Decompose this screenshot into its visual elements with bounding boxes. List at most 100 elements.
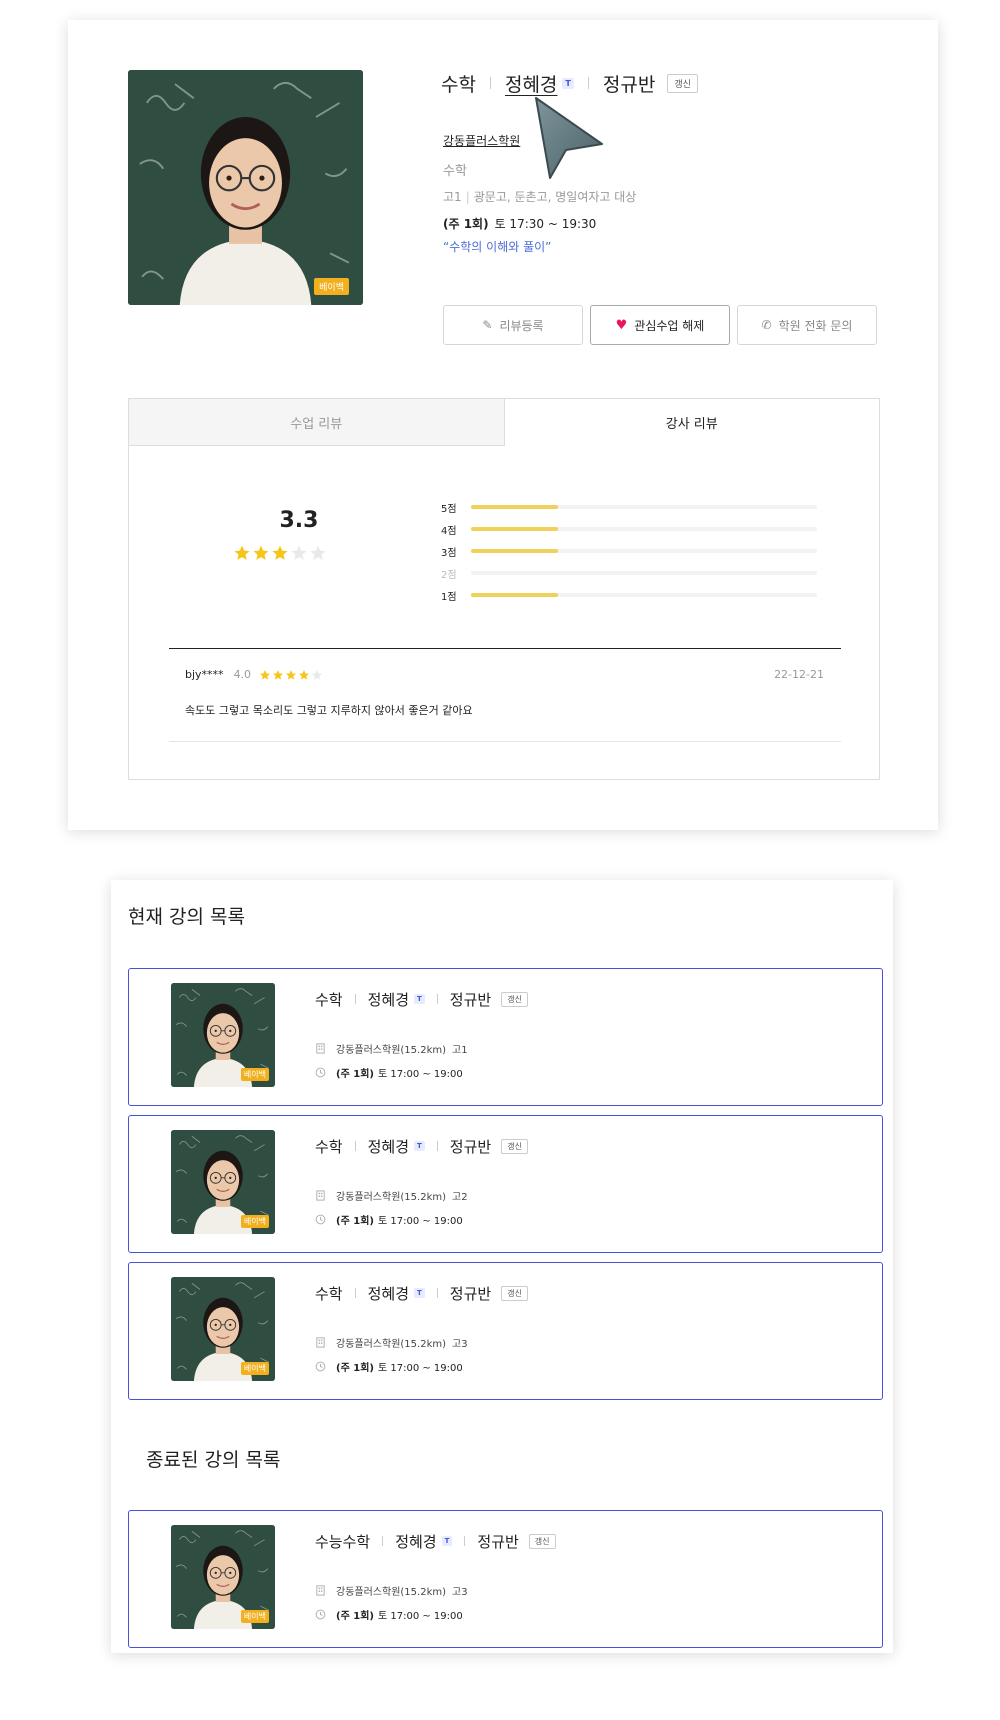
star-filled-icon <box>273 669 284 680</box>
review-register-label: 리뷰등록 <box>499 318 544 333</box>
lecture-teacher: 정혜경 <box>367 1284 410 1303</box>
lecture-card[interactable]: 베이백 수학 정혜경 T 정규반 갱신강동플러스학원(15.2km) 고3 (주 1회) 토 1… <box>128 1262 883 1400</box>
heart-icon: ♥ <box>615 317 628 333</box>
schedule: (주 1회) 토 17:30 ~ 19:30 <box>443 215 596 232</box>
subject-sub: 수학 <box>443 164 467 179</box>
lecture-location: 강동플러스학원(15.2km) 고3 <box>315 1583 468 1598</box>
lecture-card[interactable]: 베이백 수학 정혜경 T 정규반 갱신강동플러스학원(15.2km) 고1 (주 1회) 토 1… <box>128 968 883 1106</box>
lecture-schedule: (주 1회) 토 17:00 ~ 19:00 <box>315 1065 463 1080</box>
lecture-class-type: 정규반 <box>449 1284 492 1303</box>
title-divider <box>436 994 438 1004</box>
lecture-subject: 수학 <box>315 1137 343 1156</box>
lecture-academy: 강동플러스학원(15.2km) <box>336 1192 447 1203</box>
clock-icon <box>315 1067 326 1078</box>
star-filled-icon <box>299 669 310 680</box>
class-type: 정규반 <box>602 73 656 96</box>
teacher-thumbnail: 베이백 <box>171 1277 275 1381</box>
ended-lectures-title: 종료된 강의 목록 <box>146 1449 281 1471</box>
lecture-teacher: 정혜경 <box>367 1137 410 1156</box>
title-divider <box>489 77 491 89</box>
edit-icon: ✎ <box>482 318 493 332</box>
lecture-teacher: 정혜경 <box>395 1532 437 1551</box>
rating-bar-fill <box>471 527 558 531</box>
call-academy-label: 학원 전화 문의 <box>778 318 853 333</box>
rating-bar-fill <box>471 593 558 597</box>
current-lectures-title: 현재 강의 목록 <box>128 906 245 928</box>
lecture-title: 수학 정혜경 T 정규반 갱신 <box>315 1281 528 1305</box>
rating-bar-row: 1점 <box>441 584 817 606</box>
frequency: (주 1회) <box>443 217 489 231</box>
lecture-time: 토 17:00 ~ 19:00 <box>377 1216 463 1227</box>
lecture-list-card: 현재 강의 목록 베이백 수학 정혜경 T 정규반 갱신 강동플러스학원(15.2km) 고1… <box>111 880 893 1653</box>
lecture-grade: 고3 <box>452 1587 468 1598</box>
title-divider <box>382 1536 384 1546</box>
lecture-frequency: (주 1회) <box>336 1363 374 1374</box>
review-stars <box>259 669 324 681</box>
clock-icon <box>315 1214 326 1225</box>
title-divider <box>354 1288 356 1298</box>
lecture-time: 토 17:00 ~ 19:00 <box>377 1363 463 1374</box>
lecture-academy: 강동플러스학원(15.2km) <box>336 1045 447 1056</box>
lecture-grade: 고2 <box>452 1192 468 1203</box>
grade: 고1 <box>443 190 462 204</box>
rating-bar-fill <box>471 505 558 509</box>
time: 토 17:30 ~ 19:30 <box>494 217 597 231</box>
rating-bar-row: 4점 <box>441 518 817 540</box>
renew-tag: 갱신 <box>501 1285 528 1301</box>
lecture-frequency: (주 1회) <box>336 1069 374 1080</box>
review-divider <box>169 741 841 742</box>
rating-distribution: 5점 4점 3점 2점 1점 <box>441 496 817 606</box>
lecture-location: 강동플러스학원(15.2km) 고3 <box>315 1335 468 1350</box>
lecture-title: 수학 정혜경 T 정규반 갱신 <box>315 987 528 1011</box>
teacher-badge: T <box>414 1288 425 1298</box>
lecture-class-type: 정규반 <box>477 1532 519 1551</box>
average-rating: 3.3 <box>279 508 319 533</box>
lecture-class-type: 정규반 <box>449 990 492 1009</box>
teacher-thumbnail: 베이백 <box>171 983 275 1087</box>
call-academy-button[interactable]: ✆ 학원 전화 문의 <box>737 305 877 345</box>
rating-bar-track <box>471 505 817 509</box>
star-filled-icon <box>286 669 297 680</box>
tab-class-review[interactable]: 수업 리뷰 <box>128 398 505 446</box>
rating-bar-label: 1점 <box>441 591 457 603</box>
lecture-location: 강동플러스학원(15.2km) 고1 <box>315 1041 468 1056</box>
lecture-time: 토 17:00 ~ 19:00 <box>377 1611 463 1622</box>
academy-link[interactable]: 강동플러스학원 <box>443 132 520 149</box>
star-filled-icon <box>234 545 250 560</box>
lecture-subject: 수학 <box>315 1284 343 1303</box>
lecture-academy: 강동플러스학원(15.2km) <box>336 1339 447 1350</box>
review-score: 4.0 <box>233 668 252 681</box>
teacher-thumbnail: 베이백 <box>171 1525 275 1629</box>
average-stars <box>233 544 328 562</box>
rating-bar-fill <box>471 549 558 553</box>
lecture-card[interactable]: 베이백 수능수학 정혜경 T 정규반 갱신 강동플러스학원(15.2km) 고3 (주 1회) 토… <box>128 1510 883 1648</box>
tab-teacher-review[interactable]: 강사 리뷰 <box>504 398 880 446</box>
lecture-grade: 고1 <box>452 1045 468 1056</box>
title-divider <box>436 1141 438 1151</box>
teacher-badge: T <box>414 1141 425 1151</box>
title-divider <box>354 994 356 1004</box>
target-divider: | <box>465 190 470 204</box>
lecture-grade: 고3 <box>452 1339 468 1350</box>
review-divider <box>169 648 841 649</box>
subject-name: 수학 <box>441 73 476 96</box>
star-filled-icon <box>253 545 269 560</box>
review-register-button[interactable]: ✎ 리뷰등록 <box>443 305 583 345</box>
renew-tag: 갱신 <box>501 1138 528 1154</box>
teacher-thumbnail: 베이백 <box>171 1130 275 1234</box>
lecture-teacher: 정혜경 <box>367 990 410 1009</box>
review-header: bjy**** 4.0 <box>185 668 324 681</box>
lecture-schedule: (주 1회) 토 17:00 ~ 19:00 <box>315 1212 463 1227</box>
schools: 광문고, 둔촌고, 명일여자고 대상 <box>473 190 637 204</box>
rating-bar-label: 4점 <box>441 525 457 537</box>
star-empty-icon <box>291 545 307 560</box>
favorite-remove-button[interactable]: ♥ 관심수업 해제 <box>590 305 730 345</box>
renew-tag: 갱신 <box>667 73 698 93</box>
lecture-card[interactable]: 베이백 수학 정혜경 T 정규반 갱신 강동플러스학원(15.2km) 고2 (주 1회) 토 1… <box>128 1115 883 1253</box>
clock-icon <box>315 1609 326 1620</box>
class-detail-card: 베이백 수학 정혜경 T 정규반 갱신 강동플러스학원 수학 고1 | 광문고, 둔… <box>68 20 938 830</box>
clock-icon <box>315 1361 326 1372</box>
rating-bar-track <box>471 549 817 553</box>
star-filled-icon <box>260 669 271 680</box>
lecture-title: 수학 정혜경 T 정규반 갱신 <box>315 1134 528 1158</box>
